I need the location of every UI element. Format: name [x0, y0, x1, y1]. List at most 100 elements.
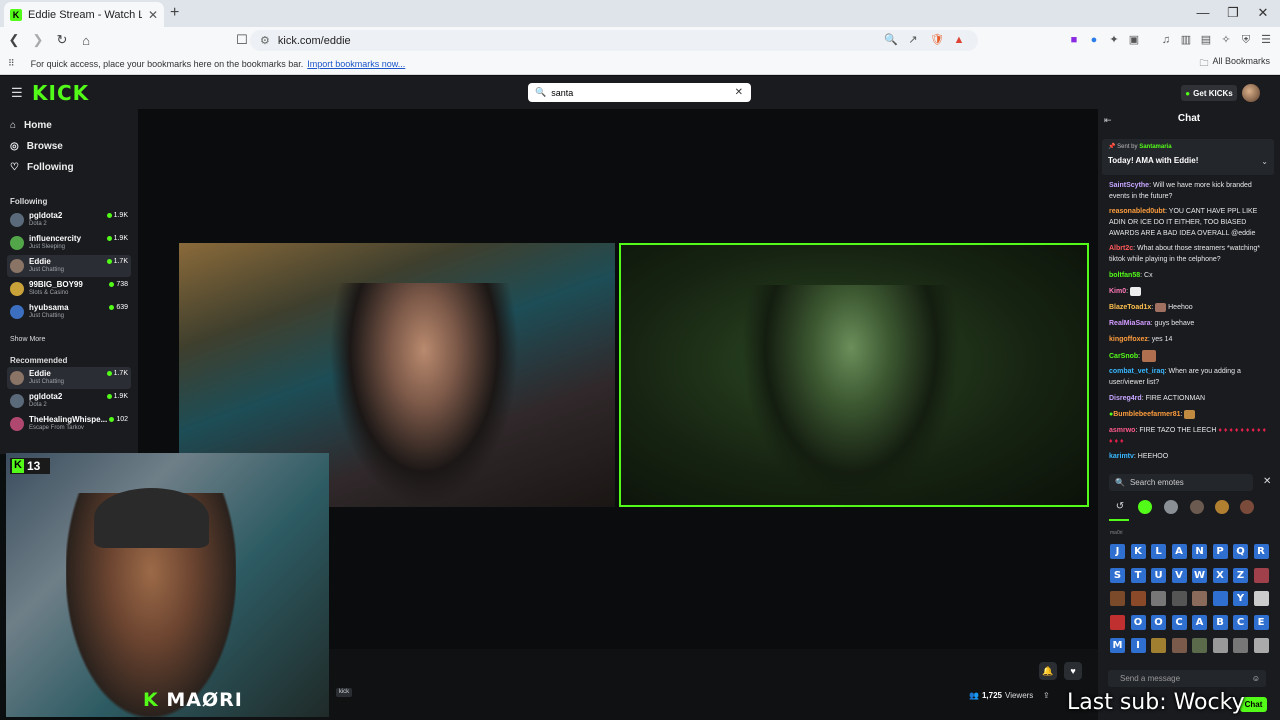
kick-logo[interactable]: KICK: [32, 81, 89, 105]
channel-item[interactable]: influencercity Just Sleeping 1.9K: [7, 232, 131, 254]
emote-icon[interactable]: W: [1192, 567, 1207, 583]
channel-item[interactable]: Eddie Just Chatting 1.7K: [7, 255, 131, 277]
tabs-icon[interactable]: ▣: [1127, 33, 1141, 47]
user-avatar[interactable]: [1242, 84, 1260, 102]
emote-icon[interactable]: V: [1171, 567, 1187, 583]
home-browser-icon[interactable]: ⌂: [76, 33, 96, 48]
emote-icon[interactable]: E: [1253, 614, 1269, 630]
menu-icon[interactable]: ☰: [1259, 33, 1273, 47]
emote-tab[interactable]: [1240, 500, 1254, 514]
emote-icon[interactable]: L: [1151, 544, 1166, 559]
close-emotes-icon[interactable]: ✕: [1263, 476, 1271, 487]
sidebar-nav-home[interactable]: ⌂ Home: [10, 120, 52, 131]
apps-icon[interactable]: ⠿: [8, 58, 15, 69]
rewards-icon[interactable]: ▲: [952, 33, 966, 47]
close-tab-icon[interactable]: ✕: [148, 8, 158, 22]
sidebar-icon[interactable]: ▥: [1179, 33, 1193, 47]
emote-icon[interactable]: [1110, 591, 1125, 606]
restore-icon[interactable]: ❐: [1218, 5, 1248, 21]
emote-tab[interactable]: [1190, 500, 1204, 514]
hamburger-menu-icon[interactable]: ☰: [11, 85, 23, 101]
emote-icon[interactable]: T: [1130, 567, 1146, 583]
emote-icon[interactable]: P: [1212, 544, 1228, 559]
back-icon[interactable]: ❮: [4, 32, 24, 48]
emote-icon[interactable]: Y: [1233, 591, 1248, 606]
channel-item[interactable]: pgldota2 Dota 2 1.9K: [7, 209, 131, 231]
close-window-icon[interactable]: ✕: [1248, 5, 1278, 21]
emote-icon[interactable]: S: [1110, 567, 1125, 583]
pinned-message[interactable]: 📌 Sent by Santamaria Today! AMA with Edd…: [1102, 139, 1274, 175]
emote-icon[interactable]: I: [1130, 638, 1146, 653]
emote-icon[interactable]: [1151, 638, 1166, 653]
vpn-icon[interactable]: ⛨: [1239, 33, 1253, 47]
recent-emotes-icon[interactable]: ↺: [1113, 500, 1127, 514]
emote-icon[interactable]: B: [1212, 614, 1228, 630]
channel-item[interactable]: hyubsama Just Chatting 639: [7, 301, 131, 323]
emote-icon[interactable]: [1110, 614, 1125, 630]
emote-icon[interactable]: [1171, 591, 1187, 606]
emote-icon[interactable]: U: [1151, 567, 1166, 583]
kick-emotes-tab[interactable]: [1138, 500, 1152, 514]
emote-icon[interactable]: [1130, 591, 1146, 606]
get-kicks-button[interactable]: ● Get KICKs: [1181, 85, 1237, 101]
channel-item[interactable]: 99BIG_BOY99 Slots & Casino 738: [7, 278, 131, 300]
emote-icon[interactable]: C: [1233, 614, 1248, 630]
minimize-icon[interactable]: —: [1188, 5, 1218, 20]
emote-icon[interactable]: [1233, 638, 1248, 653]
emote-search-input[interactable]: 🔍 Search emotes: [1109, 474, 1253, 491]
sidebar-nav-following[interactable]: ♡ Following: [10, 162, 74, 173]
channel-item[interactable]: Eddie Just Chatting 1.7K: [7, 367, 131, 389]
emote-icon[interactable]: K: [1130, 544, 1146, 559]
browser-tab[interactable]: K Eddie Stream - Watch Live on ✕: [4, 2, 164, 27]
channel-item[interactable]: TheHealingWhispe... Escape From Tarkov 1…: [7, 413, 131, 435]
emote-icon[interactable]: [1253, 591, 1269, 606]
emote-icon[interactable]: [1171, 638, 1187, 653]
address-bar[interactable]: ⚙ kick.com/eddie: [250, 30, 978, 51]
sidebar-nav-browse[interactable]: ◎ Browse: [10, 141, 63, 152]
leo-icon[interactable]: ✧: [1219, 33, 1233, 47]
chat-message-input[interactable]: Send a message ☺: [1108, 670, 1266, 687]
emote-icon[interactable]: X: [1212, 567, 1228, 583]
emote-icon[interactable]: [1192, 591, 1207, 606]
emote-icon[interactable]: M: [1110, 638, 1125, 653]
all-bookmarks[interactable]: 🗀 All Bookmarks: [1199, 56, 1270, 72]
new-tab-icon[interactable]: +: [170, 4, 179, 22]
forward-icon[interactable]: ❯: [28, 32, 48, 48]
zoom-icon[interactable]: 🔍: [884, 33, 898, 47]
emote-icon[interactable]: [1212, 638, 1228, 653]
emoji-icon[interactable]: ☺: [1252, 670, 1260, 687]
music-icon[interactable]: ♫: [1159, 33, 1173, 47]
import-bookmarks-link[interactable]: Import bookmarks now...: [307, 59, 405, 69]
emote-icon[interactable]: [1253, 567, 1269, 583]
site-info-icon[interactable]: ⚙: [260, 34, 270, 47]
emote-icon[interactable]: [1192, 638, 1207, 653]
brave-shields-icon[interactable]: 🛡: [930, 33, 944, 47]
channel-item[interactable]: pgldota2 Dota 2 1.9K: [7, 390, 131, 412]
emote-tab[interactable]: [1164, 500, 1178, 514]
show-more-link[interactable]: Show More: [10, 336, 45, 343]
emote-icon[interactable]: [1253, 638, 1269, 653]
notification-bell-button[interactable]: 🔔: [1039, 662, 1057, 680]
share-icon[interactable]: ↗: [906, 33, 920, 47]
reload-icon[interactable]: ↻: [52, 32, 72, 48]
bookmark-icon[interactable]: ☐: [232, 32, 252, 48]
follow-heart-button[interactable]: ♥: [1064, 662, 1082, 680]
emote-tab[interactable]: [1215, 500, 1229, 514]
share-icon[interactable]: ⇪: [1043, 691, 1050, 700]
emote-icon[interactable]: [1151, 591, 1166, 606]
emote-icon[interactable]: Q: [1233, 544, 1248, 559]
emote-icon[interactable]: [1212, 591, 1228, 606]
extension2-icon[interactable]: ●: [1087, 33, 1101, 47]
extensions-icon[interactable]: ✦: [1107, 33, 1121, 47]
clear-search-icon[interactable]: ✕: [735, 87, 743, 98]
wallet-icon[interactable]: ▤: [1199, 33, 1213, 47]
emote-icon[interactable]: O: [1151, 614, 1166, 630]
emote-icon[interactable]: R: [1253, 544, 1269, 559]
emote-icon[interactable]: Z: [1233, 567, 1248, 583]
chevron-down-icon[interactable]: ⌄: [1261, 157, 1268, 166]
emote-icon[interactable]: J: [1110, 544, 1125, 559]
emote-icon[interactable]: A: [1192, 614, 1207, 630]
search-input[interactable]: 🔍 santa ✕: [528, 83, 751, 102]
emote-icon[interactable]: N: [1192, 544, 1207, 559]
extension-icon[interactable]: ■: [1067, 33, 1081, 47]
